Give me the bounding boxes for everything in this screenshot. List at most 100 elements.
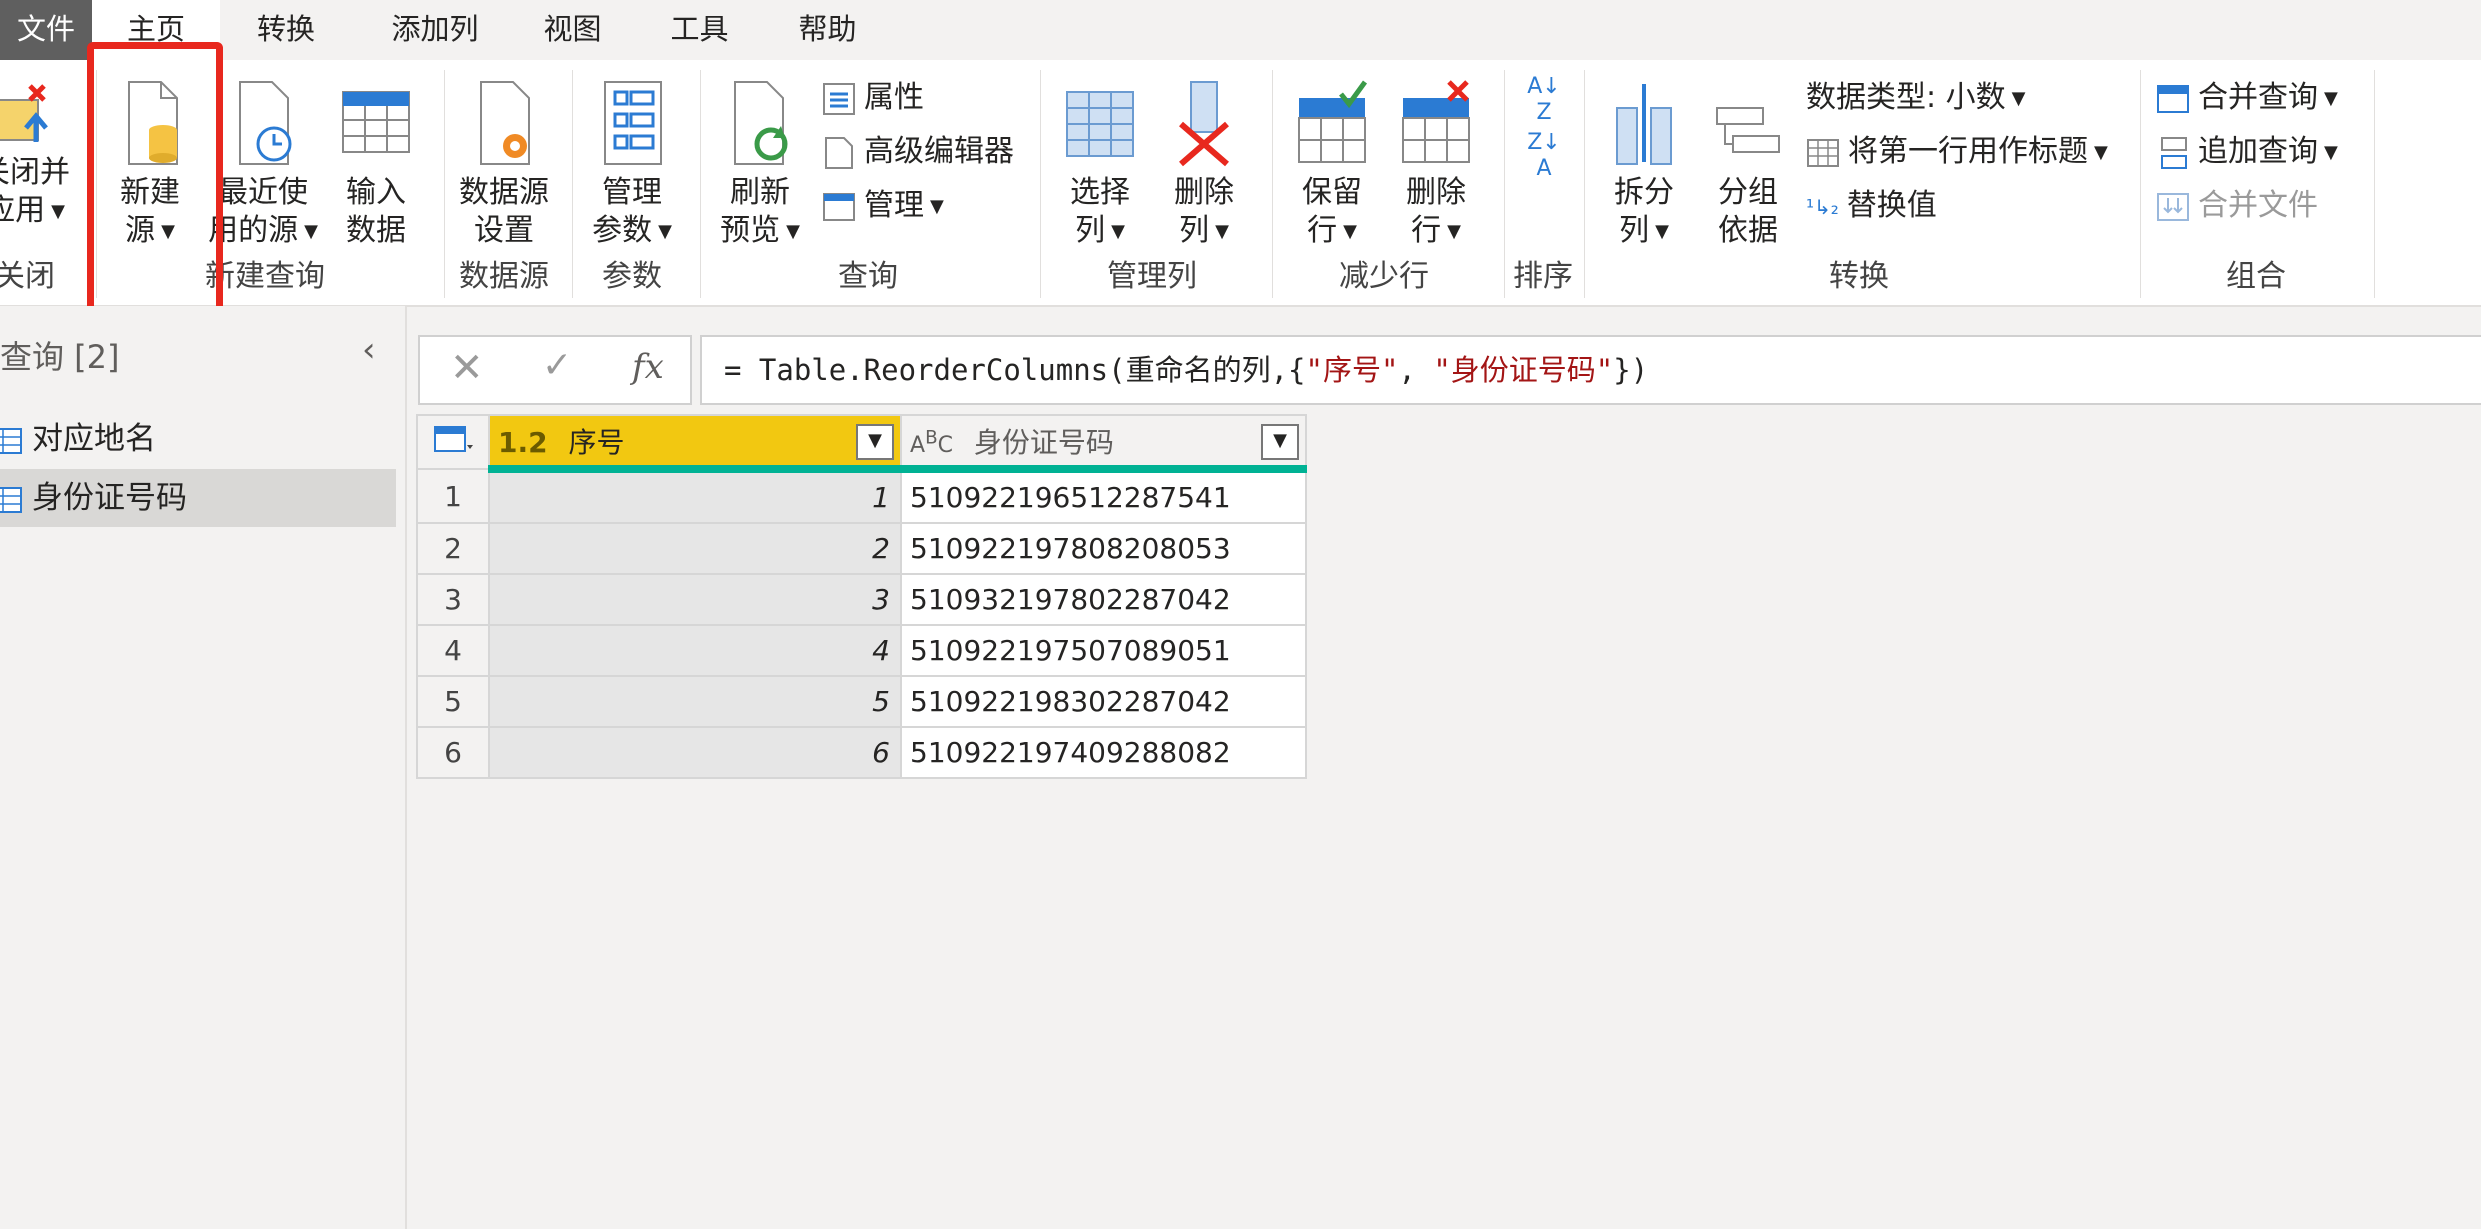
properties-button[interactable]: 属性 (822, 74, 924, 122)
merge-queries-button[interactable]: 合并查询 ▼ (2156, 74, 2338, 122)
table-row[interactable]: 2 2 510922197808208053 (416, 522, 1307, 575)
column-header-seq[interactable]: 1.2 序号 ▼ (488, 414, 902, 473)
caret-icon: ▼ (51, 200, 65, 222)
enter-data-button[interactable]: 输入 数据 (326, 78, 426, 250)
group-by-button[interactable]: 分组 依据 (1698, 78, 1798, 250)
fx-icon[interactable]: fx (632, 347, 664, 387)
split-column-button[interactable]: 拆分 列 ▼ (1594, 78, 1694, 251)
tab-tools[interactable]: 工具 (652, 0, 747, 60)
query-item[interactable]: 身份证号码 (0, 469, 396, 527)
group-combine-label: 组合 (2226, 259, 2286, 294)
formula-bar[interactable]: = Table.ReorderColumns(重命名的列,{"序号", "身份证… (700, 335, 2481, 405)
group-manage-columns-label: 管理列 (1107, 259, 1197, 294)
remove-rows-label-2: 行 (1411, 213, 1442, 248)
refresh-label-1: 刷新 (730, 175, 790, 210)
properties-label: 属性 (864, 80, 924, 115)
combine-files-button[interactable]: 合并文件 (2156, 182, 2318, 230)
cell-id[interactable]: 510922198302287042 (900, 675, 1307, 728)
query-item-label: 对应地名 (32, 421, 156, 457)
table-row[interactable]: 3 3 510932197802287042 (416, 573, 1307, 626)
recent-sources-button[interactable]: 最近使 用的源 ▼ (208, 78, 318, 251)
group-by-label-2: 依据 (1718, 213, 1778, 248)
keep-rows-label-1: 保留 (1302, 175, 1362, 210)
formula-string: "身份证号码" (1433, 353, 1614, 387)
caret-icon: ▼ (1111, 220, 1125, 242)
divider (2374, 70, 2375, 298)
cell-id[interactable]: 510922197409288082 (900, 726, 1307, 779)
cell-seq[interactable]: 6 (488, 726, 902, 779)
sort-ascending-button[interactable]: A↓ Z (1516, 74, 1572, 126)
filter-dropdown-icon[interactable]: ▼ (856, 424, 894, 460)
tab-add-column[interactable]: 添加列 (360, 0, 510, 60)
cell-id[interactable]: 510932197802287042 (900, 573, 1307, 626)
cancel-icon[interactable]: ✕ (450, 345, 484, 391)
data-source-settings-button[interactable]: 数据源 设置 (452, 78, 556, 250)
cell-seq[interactable]: 1 (488, 468, 902, 524)
table-row[interactable]: 1 1 510922196512287541 (416, 468, 1307, 524)
cell-seq[interactable]: 2 (488, 522, 902, 575)
cell-id[interactable]: 510922196512287541 (900, 468, 1307, 524)
divider (2140, 70, 2141, 298)
split-column-label-2: 列 (1619, 213, 1650, 248)
cell-seq[interactable]: 5 (488, 675, 902, 728)
choose-columns-button[interactable]: 选择 列 ▼ (1050, 78, 1150, 251)
dss-label-1: 数据源 (459, 175, 549, 210)
table-icon (0, 427, 22, 454)
table-row[interactable]: 6 6 510922197409288082 (416, 726, 1307, 779)
manage-table-icon (823, 192, 855, 221)
formula-buttons: ✕ ✓ fx (418, 335, 692, 405)
manage-parameters-button[interactable]: 管理 参数 ▼ (582, 78, 682, 251)
manage-button[interactable]: 管理 ▼ (822, 182, 944, 230)
data-type-dropdown[interactable]: 数据类型: 小数 ▼ (1806, 74, 2026, 122)
filter-dropdown-icon[interactable]: ▼ (1261, 424, 1299, 460)
append-queries-label: 追加查询 (2198, 134, 2318, 169)
tab-file[interactable]: 文件 (0, 0, 92, 60)
group-reduce-rows-label: 减少行 (1339, 259, 1429, 294)
replace-values-label: 替换值 (1846, 188, 1937, 223)
append-queries-icon (2161, 136, 2187, 169)
tab-transform[interactable]: 转换 (226, 0, 346, 60)
close-apply-button[interactable]: 关闭并 应用▼ (0, 78, 80, 231)
table-row[interactable]: 5 5 510922198302287042 (416, 675, 1307, 728)
close-apply-label-1: 关闭并 (0, 155, 70, 190)
keep-rows-button[interactable]: 保留 行 ▼ (1280, 78, 1384, 251)
keep-rows-icon (1298, 80, 1368, 163)
cell-id[interactable]: 510922197808208053 (900, 522, 1307, 575)
table-icon (342, 91, 410, 153)
sort-descending-button[interactable]: Z↓ A (1516, 130, 1572, 182)
caret-icon: ▼ (2011, 87, 2026, 109)
column-header-id[interactable]: ABC 身份证号码 ▼ (900, 414, 1307, 473)
caret-icon: ▼ (304, 220, 318, 242)
table-row[interactable]: 4 4 510922197507089051 (416, 624, 1307, 677)
advanced-editor-button[interactable]: 高级编辑器 (822, 128, 1014, 176)
split-column-icon (1616, 84, 1672, 165)
cell-seq[interactable]: 4 (488, 624, 902, 677)
recent-sources-icon (239, 81, 292, 165)
advanced-editor-icon (825, 136, 853, 169)
table-header-icon (1807, 138, 1839, 167)
tab-help[interactable]: 帮助 (780, 0, 875, 60)
cell-id[interactable]: 510922197507089051 (900, 624, 1307, 677)
choose-columns-icon (1066, 91, 1134, 157)
combine-files-icon (2157, 192, 2189, 221)
cell-seq[interactable]: 3 (488, 573, 902, 626)
formula-string: "序号" (1305, 353, 1399, 387)
refresh-preview-button[interactable]: 刷新 预览 ▼ (708, 78, 812, 251)
use-first-row-button[interactable]: 将第一行用作标题 ▼ (1806, 128, 2108, 176)
table-menu-icon (434, 425, 473, 452)
group-query-label: 查询 (838, 259, 898, 294)
tab-view[interactable]: 视图 (525, 0, 620, 60)
remove-columns-button[interactable]: 删除 列 ▼ (1154, 78, 1254, 251)
append-queries-button[interactable]: 追加查询 ▼ (2156, 128, 2338, 176)
close-apply-label-2: 应用 (0, 193, 46, 228)
sort-ascending-icon: A↓ Z (1527, 74, 1561, 125)
commit-icon[interactable]: ✓ (542, 345, 572, 386)
group-by-label-1: 分组 (1718, 175, 1778, 210)
replace-values-button[interactable]: ¹↳₂ 替换值 (1806, 182, 1937, 230)
remove-rows-button[interactable]: 删除 行 ▼ (1384, 78, 1488, 251)
collapse-pane-icon[interactable]: ‹ (362, 330, 376, 370)
table-menu-button[interactable] (416, 414, 490, 470)
row-number: 2 (416, 522, 490, 575)
query-item[interactable]: 对应地名 (0, 410, 396, 468)
column-header-label: 身份证号码 (973, 425, 1114, 459)
